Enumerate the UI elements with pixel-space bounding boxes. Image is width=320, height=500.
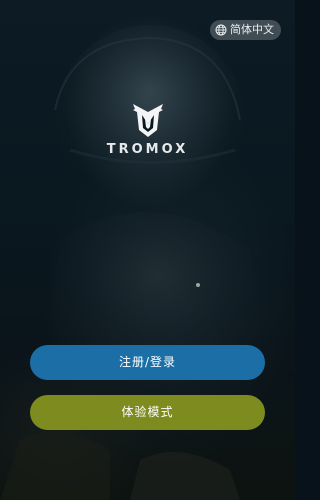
globe-icon: [215, 24, 227, 36]
register-login-button[interactable]: 注册/登录: [30, 345, 265, 380]
language-selector[interactable]: 简体中文: [210, 20, 281, 40]
splash-screen: 简体中文 TROMOX 注册/登录 体验模式: [0, 0, 295, 500]
tromox-logo-icon: [132, 104, 163, 137]
brand-name: TROMOX: [106, 142, 189, 157]
trial-mode-button[interactable]: 体验模式: [30, 395, 265, 430]
app-logo: TROMOX: [0, 100, 295, 157]
language-label: 简体中文: [230, 23, 274, 36]
